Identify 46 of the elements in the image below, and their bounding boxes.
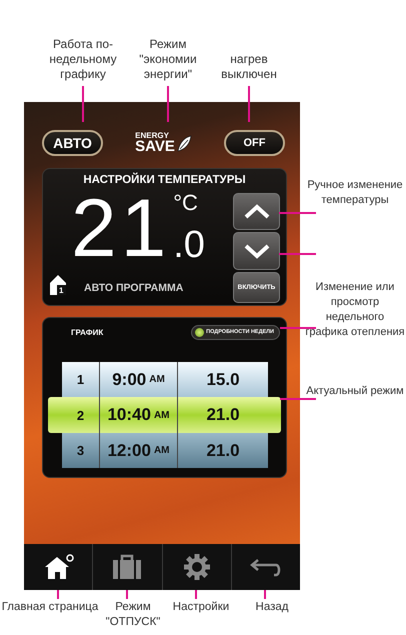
schedule-title: ГРАФИК (71, 328, 104, 336)
panel-title: НАСТРОЙКИ ТЕМПЕРАТУРЫ (82, 172, 247, 188)
chevron-down-icon (242, 242, 270, 260)
callout-label: Изменение или просмотр недельного графика отепления (304, 280, 406, 340)
leader-line (279, 253, 316, 255)
settings-icon (184, 554, 210, 580)
callout-label: Назад (254, 600, 290, 615)
callout-label: Ручное изменение температуры (306, 178, 404, 208)
schedule-row[interactable]: 2 10:40 AM 21.0 (48, 397, 281, 433)
leader-line (82, 86, 84, 122)
callout-label: Главная страница (1, 600, 99, 615)
increase-temperature-button[interactable] (233, 193, 280, 230)
temperature-value: 21 (71, 191, 170, 267)
leader-line (167, 86, 169, 122)
decrease-temperature-button[interactable] (233, 232, 280, 270)
temperature-decimal: .0 (173, 225, 205, 265)
callout-label: Режим "экономии энергии" (138, 37, 198, 82)
callout-label: Режим "ОТПУСК" (105, 600, 161, 630)
callout-label: Актуальный режим (305, 384, 405, 399)
house-icon (42, 554, 74, 580)
house-icon (48, 273, 68, 296)
schedule-row[interactable]: 1 9:00 AM 15.0 (62, 362, 268, 397)
auto-mode-button[interactable]: АВТО (42, 130, 103, 156)
leader-line (280, 398, 316, 400)
suitcase-icon (112, 554, 142, 580)
schedule-row[interactable]: 3 12:00 AM 21.0 (62, 433, 268, 468)
period-temperature: 15.0 (205, 368, 241, 390)
zone-number: 1 (59, 286, 64, 295)
period-temperature: 21.0 (205, 404, 241, 426)
power-off-button[interactable]: OFF (224, 130, 285, 156)
callout-label: нагрев выключен (220, 52, 278, 82)
leader-line (279, 212, 316, 214)
program-label: АВТО ПРОГРАММА (84, 282, 184, 296)
callout-label: Работа по-недельному графику (48, 37, 118, 82)
leader-line (248, 86, 250, 122)
period-temperature: 21.0 (205, 440, 241, 462)
leader-line (280, 327, 316, 329)
logo-text: ENERGY (135, 132, 170, 140)
chevron-up-icon (242, 202, 270, 221)
temperature-unit: °C (173, 191, 199, 215)
leaf-icon (176, 134, 192, 152)
back-arrow-icon (250, 556, 282, 578)
logo-text: SAVE (135, 140, 175, 154)
callout-label: Настройки (172, 600, 230, 615)
period-number: 3 (62, 433, 100, 468)
period-time: 12:00 AM (100, 433, 178, 468)
